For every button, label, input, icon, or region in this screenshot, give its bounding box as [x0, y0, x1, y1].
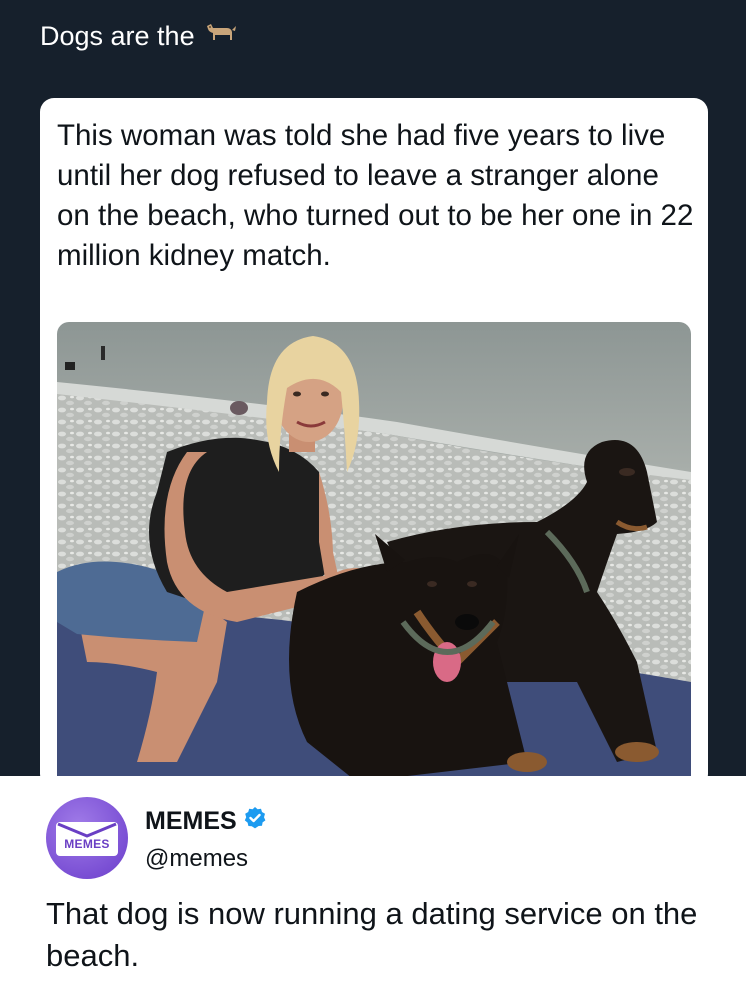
user-handle[interactable]: @memes: [145, 845, 248, 873]
reply-text: That dog is now running a dating service…: [46, 896, 698, 973]
envelope-flap-icon: [57, 822, 117, 838]
dog-emoji-icon: [203, 20, 237, 53]
tweet-photo[interactable]: [57, 322, 691, 782]
avatar[interactable]: MEMES: [46, 797, 128, 879]
verified-badge-icon: [243, 806, 267, 837]
meme-caption: Dogs are the: [40, 20, 237, 53]
display-name[interactable]: MEMES: [145, 806, 267, 837]
avatar-label: MEMES: [64, 837, 110, 851]
display-name-text: MEMES: [145, 807, 237, 835]
avatar-envelope-icon: MEMES: [56, 822, 118, 856]
caption-text: Dogs are the: [40, 21, 195, 51]
quoted-tweet-text: This woman was told she had five years t…: [57, 119, 694, 272]
photo-woman-dogs-beach: [57, 322, 691, 782]
